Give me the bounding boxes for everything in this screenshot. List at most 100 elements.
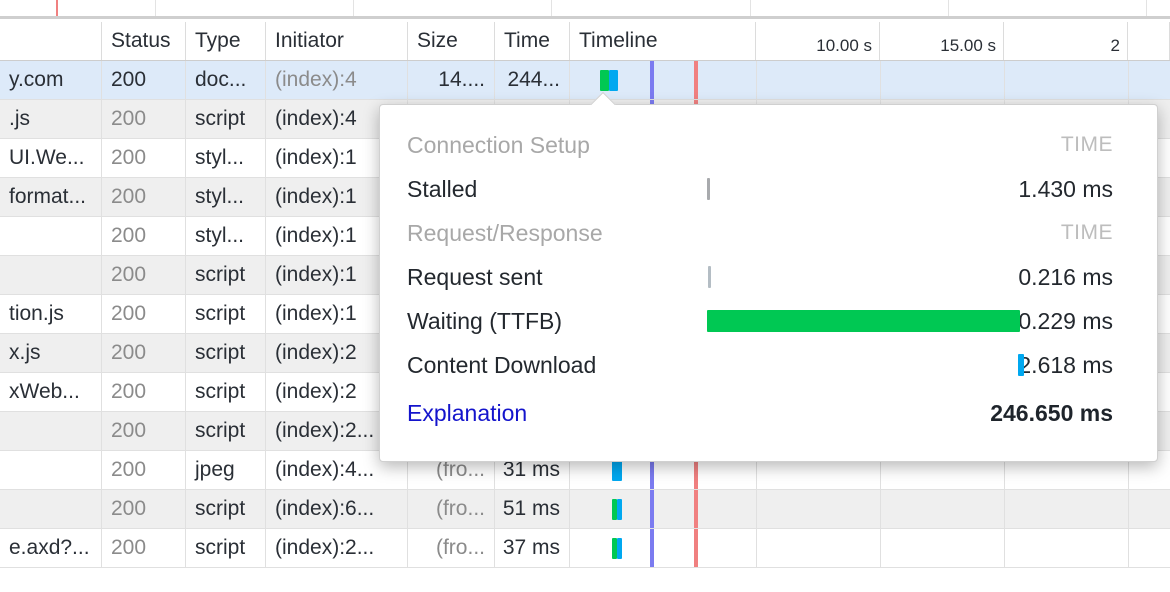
column-header-initiator[interactable]: Initiator [266,22,408,60]
timing-track-spacer [707,211,943,255]
waterfall-bar-waiting[interactable] [600,70,609,91]
load-event-marker [694,529,698,567]
cell-name [0,490,102,528]
cell-name: tion.js [0,295,102,333]
cell-status: 200 [102,256,186,294]
cell-status: 200 [102,529,186,567]
cell-name [0,412,102,450]
timeline-gridline [1004,529,1005,567]
timeline-tick-1: 10.00 s [756,22,880,60]
cell-status: 200 [102,139,186,177]
waterfall-bar-download[interactable] [617,538,622,559]
table-row[interactable]: y.com200doc...(index):414....244... [0,61,1170,100]
cell-name: x.js [0,334,102,372]
cell-type: script [186,295,266,333]
cell-status: 200 [102,412,186,450]
dom-content-loaded-marker [650,529,654,567]
timeline-header-label: Timeline [570,22,756,60]
overview-gridline [948,0,949,16]
cell-timeline[interactable] [570,61,1170,99]
timeline-gridline [1004,490,1005,528]
table-row[interactable]: e.axd?...200script(index):2...(fro...37 … [0,529,1170,568]
dom-content-loaded-marker [650,490,654,528]
column-header-status[interactable]: Status [102,22,186,60]
cell-status: 200 [102,334,186,372]
timing-entry-value: 2.618 ms [943,352,1113,379]
timeline-gridline [880,490,881,528]
tooltip-arrow [590,92,616,105]
timing-entry-bar [708,266,711,288]
cell-status: 200 [102,490,186,528]
timing-entry-bar [1018,354,1024,376]
timing-entry-label: Request sent [407,264,707,291]
timing-section-header: Request/ResponseTIME [407,211,1113,255]
timing-entry-value: 1.430 ms [943,176,1113,203]
column-header-type[interactable]: Type [186,22,266,60]
timing-total-row: Explanation246.650 ms [407,387,1113,439]
timeline-gridline [1004,61,1005,99]
cell-time: 51 ms [495,490,570,528]
cell-name: e.axd?... [0,529,102,567]
cell-status: 200 [102,373,186,411]
timeline-gridline [756,529,757,567]
cell-type: styl... [186,139,266,177]
cell-type: script [186,490,266,528]
load-event-marker [694,61,698,99]
waterfall-bar-download[interactable] [612,460,622,481]
cell-name [0,451,102,489]
timing-entry-label: Waiting (TTFB) [407,308,707,335]
timeline-gridline [1128,490,1129,528]
explanation-link[interactable]: Explanation [407,400,707,427]
timing-section-header: Connection Setup TIME [407,123,1113,167]
cell-status: 200 [102,217,186,255]
load-event-marker [694,490,698,528]
network-overview-strip[interactable] [0,0,1170,19]
cell-type: script [186,412,266,450]
timing-entry-track [707,167,943,211]
cell-timeline[interactable] [570,490,1170,528]
timing-track-spacer [707,123,943,167]
column-header-time[interactable]: Time [495,22,570,60]
overview-gridline [750,0,751,16]
overview-gridline [155,0,156,16]
timeline-tick-2: 15.00 s [880,22,1004,60]
cell-type: script [186,334,266,372]
cell-type: jpeg [186,451,266,489]
overview-load-marker [56,0,58,16]
timeline-gridline [880,61,881,99]
column-header-name[interactable] [0,22,102,60]
cell-type: script [186,373,266,411]
cell-status: 200 [102,100,186,138]
request-timing-tooltip: Connection Setup TIME Stalled 1.430 ms Reque… [379,104,1158,462]
waterfall-bar-download[interactable] [617,499,622,520]
cell-status: 200 [102,61,186,99]
timing-entry-track [707,343,943,387]
cell-type: doc... [186,61,266,99]
cell-status: 200 [102,295,186,333]
cell-name [0,217,102,255]
timing-entry-row: Waiting (TTFB)240.229 ms [407,299,1113,343]
cell-type: styl... [186,178,266,216]
timing-time-column-header: TIME [943,133,1113,157]
timing-entry-row: Stalled 1.430 ms [407,167,1113,211]
cell-name: xWeb... [0,373,102,411]
column-header-size[interactable]: Size [408,22,495,60]
timing-entry-bar [707,310,1020,332]
timing-section-title: Connection Setup [407,132,707,159]
cell-timeline[interactable] [570,529,1170,567]
cell-name: format... [0,178,102,216]
column-header-timeline[interactable]: Timeline 10.00 s 15.00 s 2 [570,22,1170,60]
overview-gridline [551,0,552,16]
waterfall-bar-download[interactable] [609,70,618,91]
timing-entry-label: Stalled [407,176,707,203]
dom-content-loaded-marker [650,61,654,99]
cell-name: .js [0,100,102,138]
cell-type: script [186,256,266,294]
table-row[interactable]: 200script(index):6...(fro...51 ms [0,490,1170,529]
cell-size: (fro... [408,529,495,567]
cell-type: styl... [186,217,266,255]
timeline-gridline [756,61,757,99]
timeline-gridline [1128,61,1129,99]
cell-time: 37 ms [495,529,570,567]
timeline-gridline [880,529,881,567]
